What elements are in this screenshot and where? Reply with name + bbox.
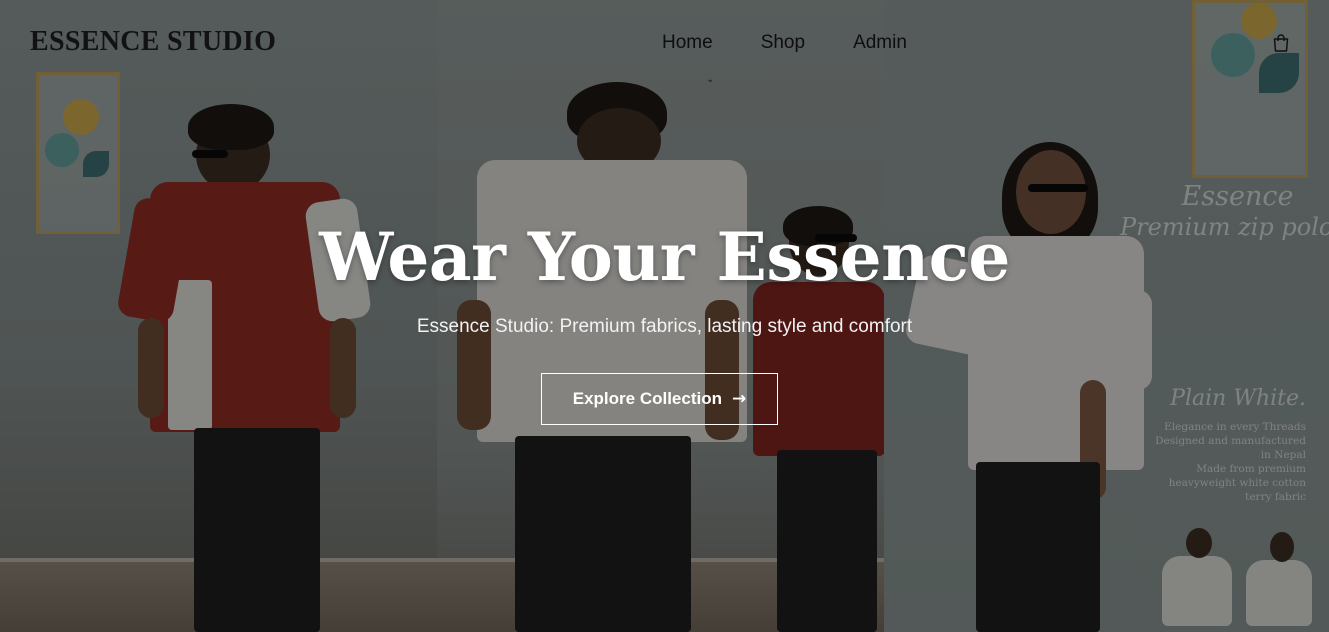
shopping-bag-icon-svg — [1273, 34, 1289, 52]
brand-logo[interactable]: ESSENCE STUDIO — [30, 26, 276, 58]
nav-link-admin[interactable]: Admin — [853, 32, 907, 54]
nav-link-shop[interactable]: Shop — [761, 32, 805, 54]
main-nav: Home Shop Admin — [662, 32, 907, 54]
arrow-right-icon: → — [732, 389, 747, 409]
hero-subtitle: Essence Studio: Premium fabrics, lasting… — [416, 316, 913, 337]
hero-section: Essence Premium zip polos Plain White. E… — [0, 0, 1329, 632]
nav-link-home[interactable]: Home — [662, 32, 713, 54]
hero-title: Wear Your Essence — [319, 218, 1010, 296]
chevron-down-icon: ⌄ — [706, 74, 715, 85]
explore-collection-label: Explore Collection — [572, 389, 722, 408]
explore-collection-button[interactable]: Explore Collection → — [541, 373, 778, 425]
shopping-bag-icon[interactable] — [1271, 33, 1291, 53]
